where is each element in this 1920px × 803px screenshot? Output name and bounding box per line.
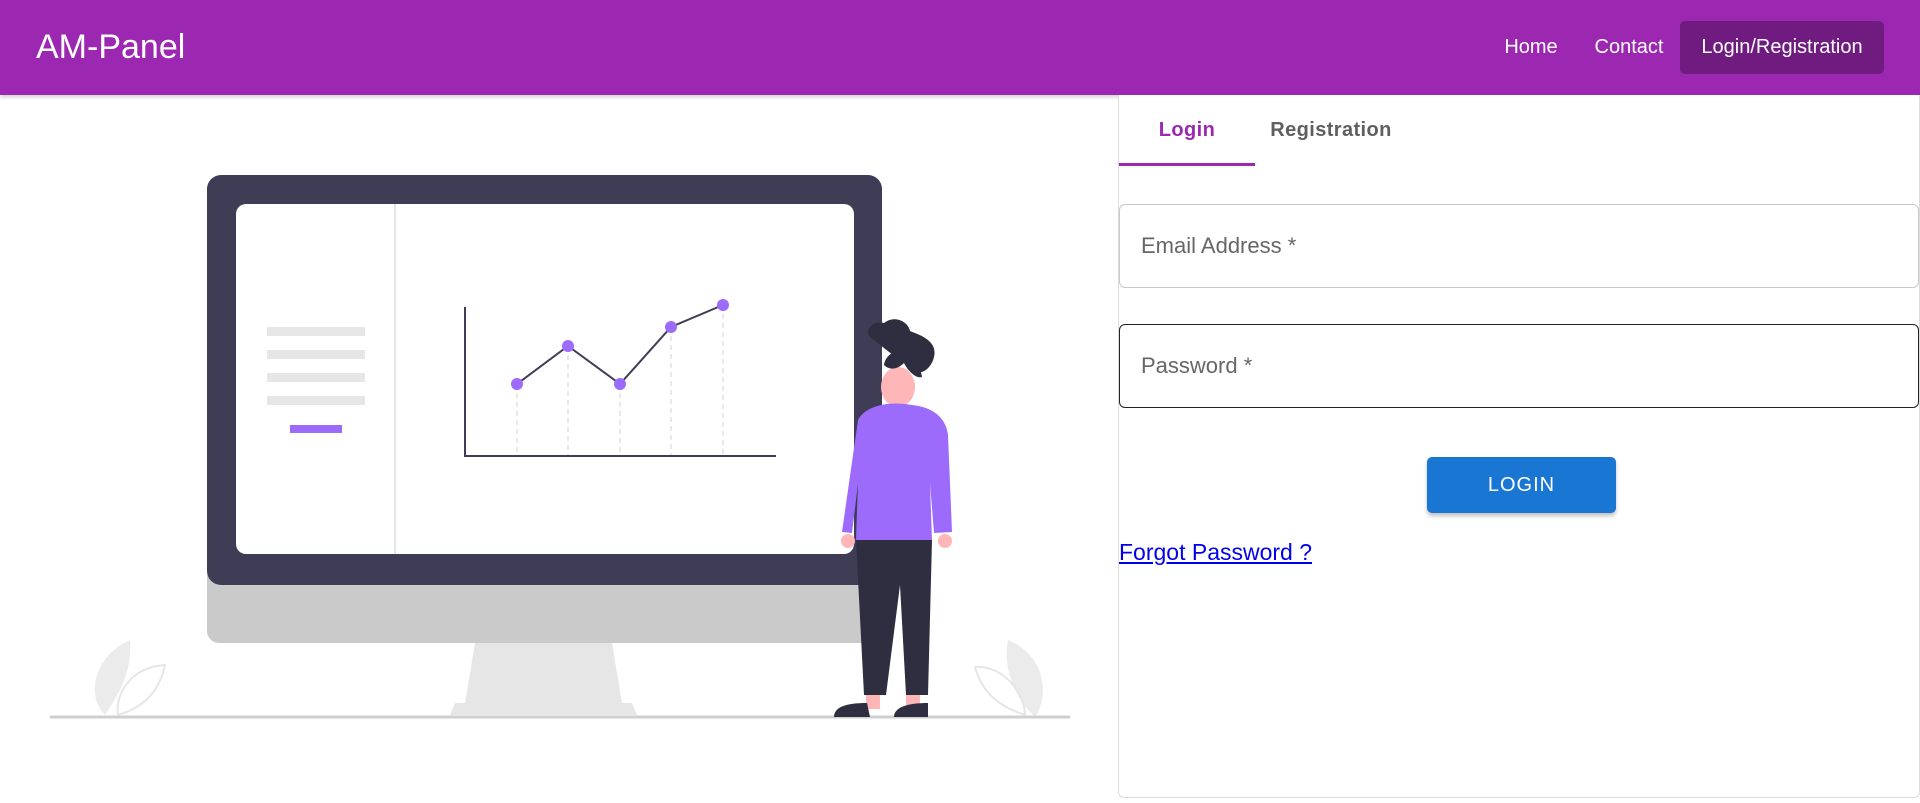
app-bar: AM-Panel Home Contact Login/Registration bbox=[0, 0, 1920, 95]
nav-login-registration-button[interactable]: Login/Registration bbox=[1680, 21, 1884, 74]
monitor-stand bbox=[465, 643, 622, 703]
password-field[interactable]: Password * bbox=[1119, 324, 1919, 408]
active-tab-indicator bbox=[1119, 163, 1255, 166]
dashboard-illustration bbox=[0, 95, 1118, 798]
nav-contact-button[interactable]: Contact bbox=[1580, 21, 1678, 74]
tab-login[interactable]: Login bbox=[1119, 95, 1255, 165]
left-plant-icon bbox=[94, 640, 167, 717]
password-field-label: Password * bbox=[1141, 353, 1253, 378]
right-plant-icon bbox=[973, 640, 1043, 717]
forgot-password-link[interactable]: Forgot Password ? bbox=[1119, 537, 1312, 567]
auth-panel: Login Registration Email Address * Passw… bbox=[1118, 95, 1920, 798]
presentation-illustration-icon bbox=[50, 175, 1070, 719]
email-field[interactable]: Email Address * bbox=[1119, 204, 1919, 288]
nav-home-button[interactable]: Home bbox=[1492, 21, 1570, 74]
email-field-label: Email Address * bbox=[1141, 233, 1297, 258]
tab-registration[interactable]: Registration bbox=[1255, 95, 1407, 165]
brand-logo[interactable]: AM-Panel bbox=[36, 26, 185, 68]
login-button[interactable]: LOGIN bbox=[1427, 457, 1616, 513]
